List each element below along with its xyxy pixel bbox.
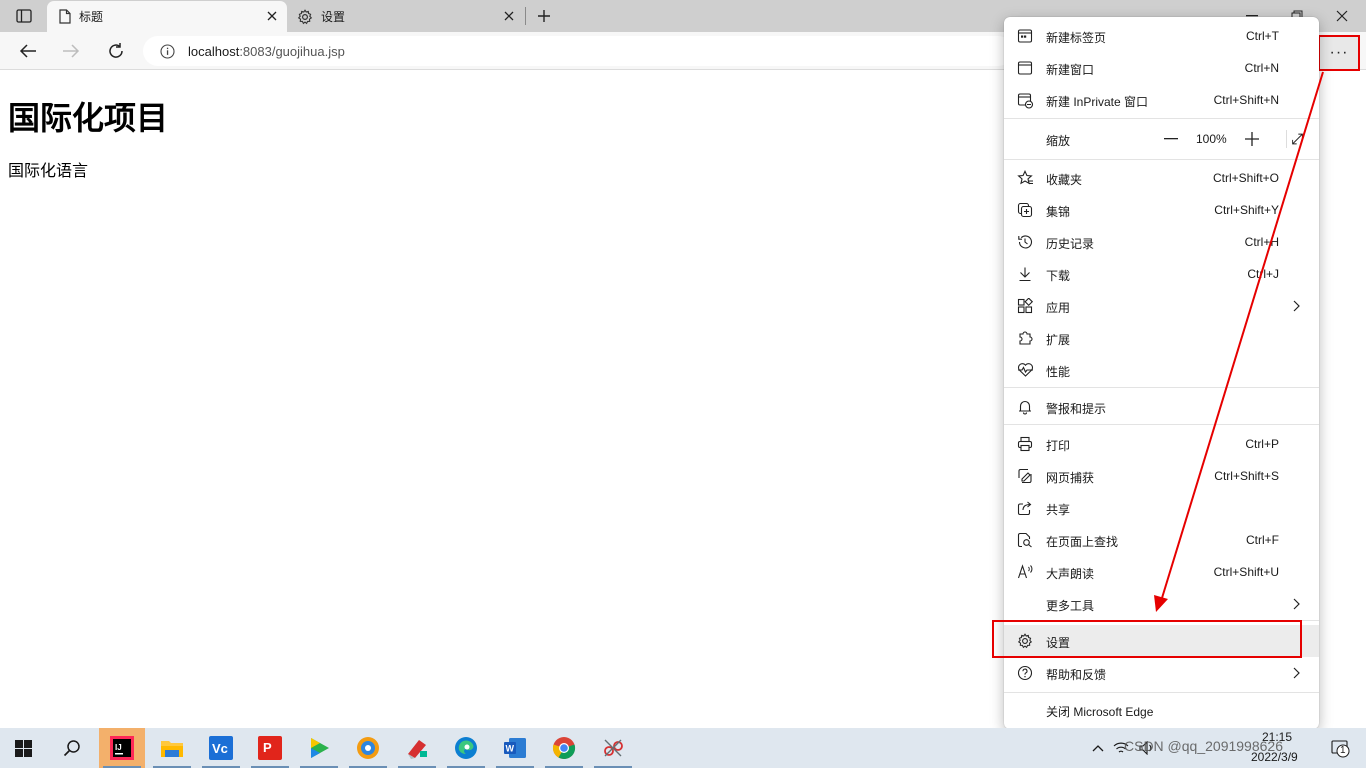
taskbar-chrome[interactable] (541, 728, 587, 768)
taskbar-file-explorer[interactable] (149, 728, 195, 768)
taskbar-pdf-app[interactable]: P (247, 728, 293, 768)
taskbar-vnc-viewer[interactable]: Vc (198, 728, 244, 768)
taskbar: IJ Vc P W CSDN @qq_2091998626 21:15 2022… (0, 728, 1366, 768)
svg-text:P: P (263, 740, 272, 755)
start-button[interactable] (0, 728, 46, 768)
chevron-up-icon (1092, 745, 1104, 752)
svg-text:W: W (506, 744, 515, 754)
tools-app-icon (408, 740, 427, 759)
search-icon (63, 740, 80, 757)
intellij-idea-icon: IJ (110, 736, 134, 760)
word-icon: W (504, 738, 526, 758)
taskbar-browser-app[interactable] (345, 728, 391, 768)
folder-icon (161, 741, 183, 757)
clock-date[interactable]: 2022/3/9 (1251, 750, 1298, 764)
notification-count: 1 (1340, 745, 1346, 756)
chrome-icon (552, 737, 576, 760)
edge-icon (455, 737, 477, 759)
svg-text:IJ: IJ (115, 743, 122, 752)
vnc-icon: Vc (209, 736, 233, 760)
svg-text:Vc: Vc (212, 741, 228, 756)
clock-time[interactable]: 21:15 (1262, 730, 1292, 744)
taskbar-snipping-tool[interactable] (590, 728, 636, 768)
taskbar-media-player[interactable] (296, 728, 342, 768)
scissors-icon (604, 739, 623, 757)
media-player-icon (311, 738, 329, 758)
pdf-icon: P (258, 736, 282, 760)
browser-app-icon (357, 737, 379, 759)
annotation-arrow (1154, 71, 1324, 612)
notification-center-button[interactable]: 1 (1330, 738, 1350, 758)
taskbar-intellij-idea[interactable]: IJ (99, 728, 145, 768)
taskbar-edge[interactable] (443, 728, 489, 768)
windows-logo-icon (14, 739, 32, 757)
tray-overflow-button[interactable] (1088, 728, 1108, 768)
taskbar-pinned-app[interactable] (394, 728, 440, 768)
taskbar-word[interactable]: W (492, 728, 538, 768)
search-button[interactable] (49, 728, 95, 768)
